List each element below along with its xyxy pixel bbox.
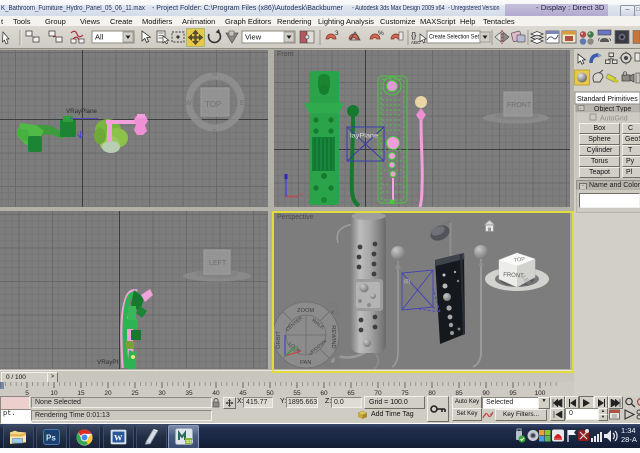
svg-text:W: W [185, 100, 192, 107]
svg-text:ABC: ABC [411, 40, 421, 45]
svg-text:LEFT: LEFT [209, 260, 227, 267]
svg-text:S: S [212, 129, 217, 136]
svg-text:x: x [299, 192, 302, 198]
svg-text:N: N [212, 71, 217, 78]
svg-text:3: 3 [335, 30, 339, 37]
svg-text:TOP: TOP [205, 100, 221, 109]
svg-text:FRONT: FRONT [507, 102, 532, 109]
svg-text:AutoGrid: AutoGrid [600, 116, 628, 123]
svg-text:%: % [378, 30, 384, 37]
svg-text:VRayPlane: VRayPlane [66, 108, 97, 115]
svg-text:W: W [114, 433, 123, 443]
svg-text:View: View [245, 33, 262, 42]
svg-text:Ps: Ps [46, 434, 56, 443]
svg-text:Standard Primitives: Standard Primitives [577, 96, 638, 103]
svg-text:{}: {} [411, 31, 417, 40]
svg-text:layPlane: layPlane [350, 133, 379, 140]
svg-text:Create Selection Set: Create Selection Set [429, 34, 479, 41]
svg-text:VRayPl: VRayPl [97, 359, 118, 366]
svg-text:All: All [95, 33, 104, 42]
svg-text:3DS: 3DS [186, 439, 193, 444]
svg-text:E: E [240, 100, 245, 107]
